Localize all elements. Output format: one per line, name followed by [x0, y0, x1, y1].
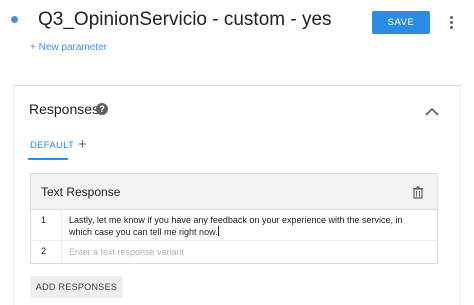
text-cursor [217, 226, 219, 236]
response-variant-input[interactable] [69, 245, 419, 259]
trash-icon[interactable] [412, 186, 424, 199]
response-text-1-value[interactable]: Lastly, let me know if you have any feed… [69, 215, 403, 237]
text-response-header: Text Response [31, 174, 437, 210]
save-button[interactable]: SAVE [372, 11, 430, 34]
add-responses-button[interactable]: ADD RESPONSES [30, 276, 123, 298]
more-vert-icon[interactable] [446, 12, 456, 32]
text-response-card: Text Response 1 Lastly, let me know if y… [30, 173, 438, 264]
status-dot [11, 16, 18, 23]
text-response-title: Text Response [41, 185, 121, 199]
response-row-number: 2 [41, 246, 47, 256]
help-circle-icon[interactable]: ? [96, 103, 108, 115]
row-number-separator [61, 210, 62, 263]
chevron-up-icon[interactable] [424, 104, 440, 118]
response-text-1[interactable]: Lastly, let me know if you have any feed… [69, 214, 414, 238]
intent-name[interactable]: Q3_OpinionServicio - custom - yes [38, 9, 332, 31]
row-divider [31, 240, 437, 241]
tab-default[interactable]: DEFAULT [30, 140, 74, 151]
active-tab-indicator [28, 158, 68, 160]
intent-header: Q3_OpinionServicio - custom - yes SAVE [0, 0, 474, 44]
response-row-number: 1 [41, 215, 47, 225]
add-language-tab-button[interactable]: + [78, 136, 87, 153]
new-parameter-link[interactable]: + New parameter [30, 41, 107, 52]
responses-heading: Responses [29, 101, 100, 117]
